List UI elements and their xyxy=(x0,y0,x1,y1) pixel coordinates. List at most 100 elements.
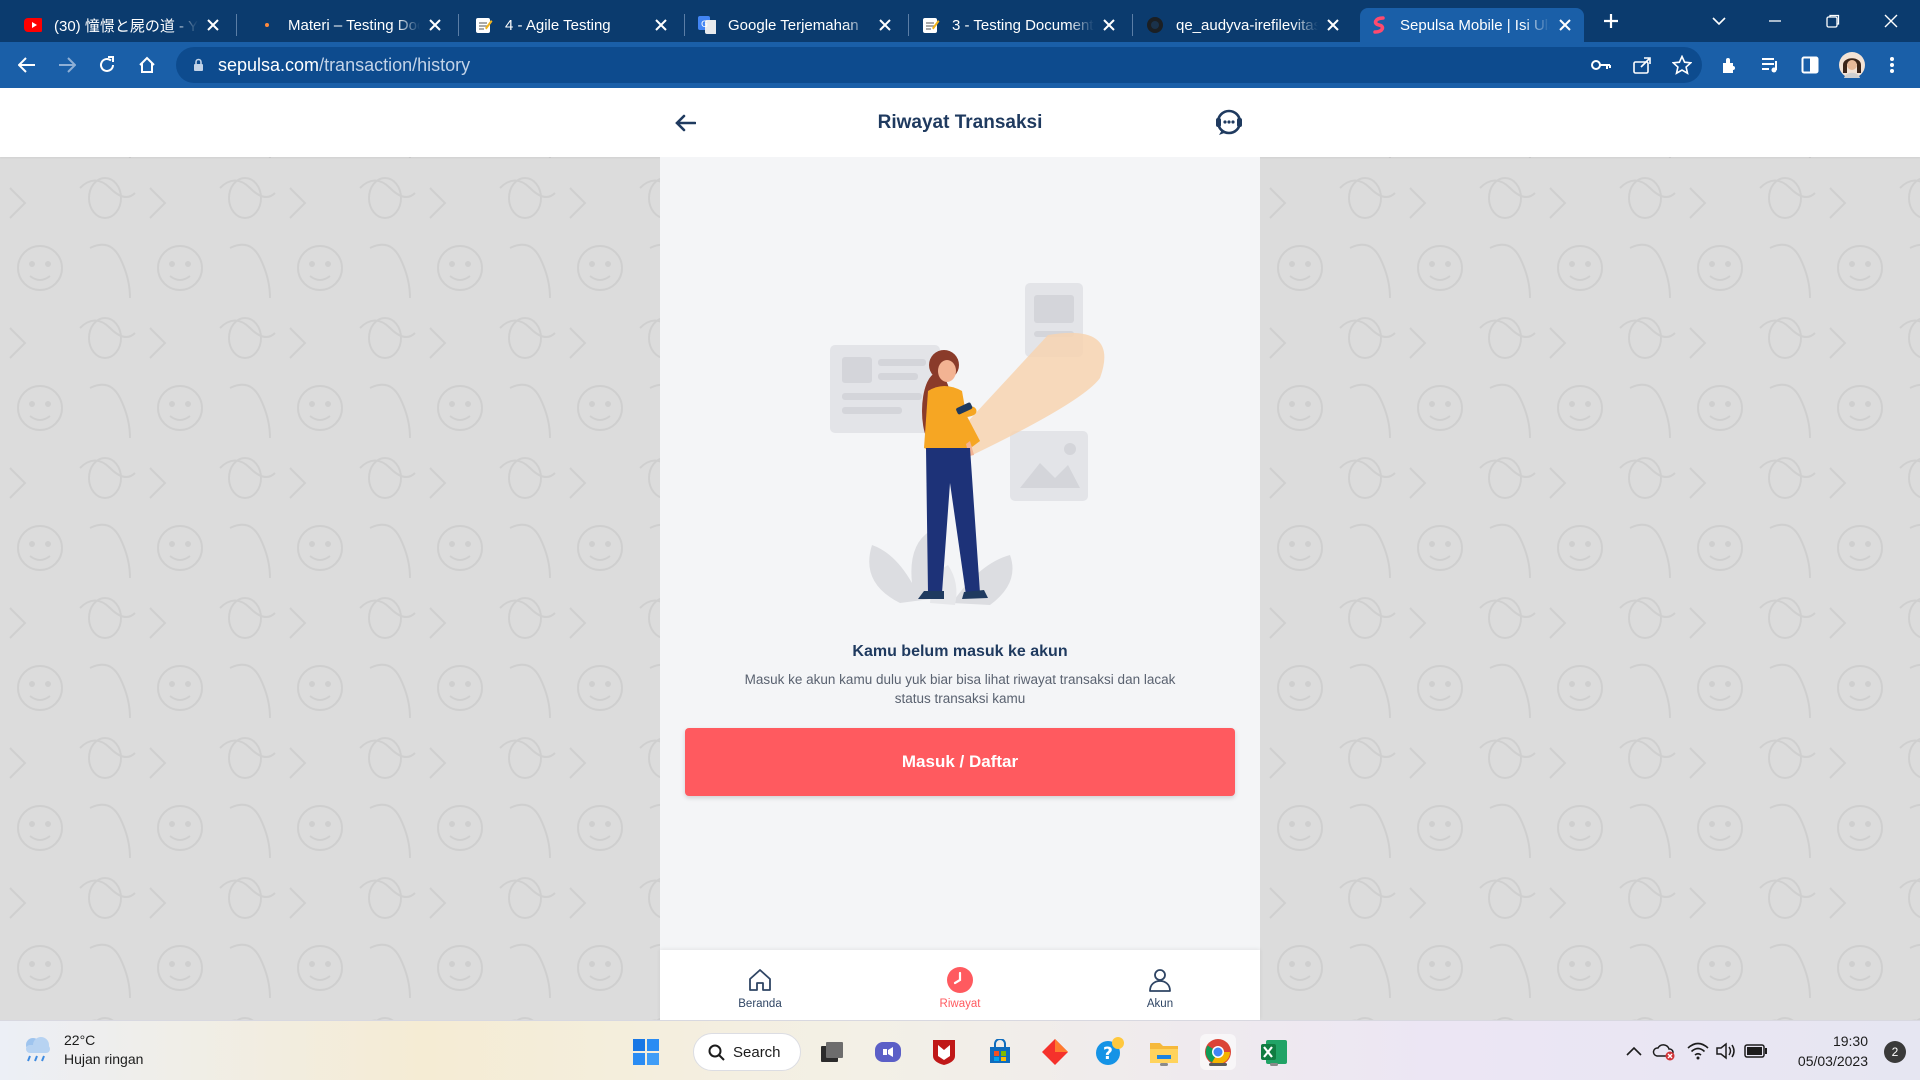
notepad-icon xyxy=(922,16,940,34)
empty-state-description: Masuk ke akun kamu dulu yuk biar bisa li… xyxy=(744,672,1176,706)
url-host: sepulsa.com xyxy=(218,54,320,75)
nav-label: Riwayat xyxy=(939,997,981,1010)
system-clock[interactable]: 19:30 05/03/2023 xyxy=(1798,1031,1868,1071)
svg-text:G: G xyxy=(701,20,708,30)
tab-search-icon[interactable] xyxy=(1704,6,1734,36)
tab-google-translate[interactable]: G Google Terjemahan xyxy=(688,8,904,42)
get-help-icon[interactable]: ? xyxy=(1092,1034,1128,1070)
empty-state-illustration xyxy=(830,283,1105,605)
windows-taskbar: 22°C Hujan ringan Search ? 19:30 05/03/2… xyxy=(0,1020,1920,1080)
app-diamond-icon[interactable] xyxy=(1037,1034,1073,1070)
close-tab-icon[interactable] xyxy=(1556,16,1574,34)
close-tab-icon[interactable] xyxy=(1324,16,1342,34)
clock-date: 05/03/2023 xyxy=(1797,1053,1868,1069)
login-register-button[interactable]: Masuk / Daftar xyxy=(685,728,1235,796)
tab-github[interactable]: qe_audyva-irefilevitasari xyxy=(1136,8,1352,42)
file-explorer-icon[interactable] xyxy=(1146,1034,1182,1070)
home-icon xyxy=(745,965,775,995)
extensions-icon[interactable] xyxy=(1714,49,1746,81)
dot-icon xyxy=(258,16,276,34)
restore-icon[interactable] xyxy=(1818,6,1848,36)
reload-icon[interactable] xyxy=(91,49,123,81)
close-tab-icon[interactable] xyxy=(1100,16,1118,34)
tab-strip: (30) 憧憬と屍の道 - YouTube Materi – Testing D… xyxy=(0,0,1920,42)
close-tab-icon[interactable] xyxy=(426,16,444,34)
windows-start-icon[interactable] xyxy=(628,1034,664,1070)
chat-support-icon[interactable] xyxy=(1212,106,1246,140)
notification-badge[interactable]: 2 xyxy=(1884,1041,1906,1063)
tab-title: Sepulsa Mobile | Isi Ulang xyxy=(1400,16,1550,34)
home-icon[interactable] xyxy=(131,49,163,81)
search-icon xyxy=(708,1044,725,1061)
url-path: /transaction/history xyxy=(319,54,471,75)
app-header: Riwayat Transaksi xyxy=(0,88,1920,157)
chrome-icon[interactable] xyxy=(1200,1034,1236,1070)
web-page: Riwayat Transaksi Kamu belum masuk ke ak… xyxy=(0,88,1920,1020)
close-tab-icon[interactable] xyxy=(204,16,222,34)
sepulsa-icon xyxy=(1370,16,1388,34)
nav-label: Beranda xyxy=(738,997,782,1010)
tab-title: 3 - Testing Documentation xyxy=(952,16,1094,34)
tab-title: 4 - Agile Testing xyxy=(505,16,611,34)
bottom-navigation: Beranda Riwayat Akun xyxy=(660,950,1260,1020)
close-window-icon[interactable] xyxy=(1876,6,1906,36)
nav-item-riwayat[interactable]: Riwayat xyxy=(860,950,1060,1020)
weather-widget[interactable]: 22°C Hujan ringan xyxy=(20,1031,143,1069)
github-icon xyxy=(1146,16,1164,34)
chevron-up-icon[interactable] xyxy=(1622,1039,1646,1063)
taskbar-search[interactable]: Search xyxy=(693,1033,801,1071)
bookmark-star-icon[interactable] xyxy=(1666,49,1698,81)
tab-title: Google Terjemahan xyxy=(728,16,859,34)
clock-history-icon xyxy=(945,965,975,995)
cloud-rain-icon xyxy=(20,1033,54,1068)
user-icon xyxy=(1145,965,1175,995)
close-tab-icon[interactable] xyxy=(876,16,894,34)
new-tab-icon[interactable] xyxy=(1596,6,1626,36)
weather-temperature: 22°C xyxy=(64,1032,96,1048)
google-translate-icon: G xyxy=(698,16,716,34)
empty-state-title: Kamu belum masuk ke akun xyxy=(852,643,1068,660)
search-label: Search xyxy=(733,1043,781,1061)
lock-icon[interactable] xyxy=(190,58,206,72)
side-panel-icon[interactable] xyxy=(1794,49,1826,81)
minimize-icon[interactable] xyxy=(1760,6,1790,36)
tab-sepulsa[interactable]: Sepulsa Mobile | Isi Ulang xyxy=(1360,8,1584,42)
notepad-icon xyxy=(475,16,493,34)
volume-icon[interactable] xyxy=(1714,1039,1738,1063)
svg-text:?: ? xyxy=(1103,1044,1113,1064)
close-tab-icon[interactable] xyxy=(652,16,670,34)
nav-label: Akun xyxy=(1146,997,1174,1010)
transaction-history-panel: Kamu belum masuk ke akun Masuk ke akun k… xyxy=(660,157,1260,1020)
forward-icon[interactable] xyxy=(51,49,83,81)
nav-item-akun[interactable]: Akun xyxy=(1060,950,1260,1020)
address-bar[interactable]: sepulsa.com/transaction/history xyxy=(176,47,1702,83)
url-text[interactable]: sepulsa.com/transaction/history xyxy=(218,55,470,76)
page-title: Riwayat Transaksi xyxy=(877,112,1043,133)
tab-testing-documentation[interactable]: 3 - Testing Documentation xyxy=(912,8,1128,42)
wifi-icon[interactable] xyxy=(1686,1039,1710,1063)
mcafee-icon[interactable] xyxy=(926,1034,962,1070)
task-view-icon[interactable] xyxy=(814,1034,850,1070)
tab-title: qe_audyva-irefilevitasari xyxy=(1176,16,1318,34)
microsoft-store-icon[interactable] xyxy=(982,1034,1018,1070)
youtube-icon xyxy=(24,16,42,34)
browser-toolbar: sepulsa.com/transaction/history xyxy=(0,42,1920,88)
onedrive-error-icon[interactable] xyxy=(1652,1039,1676,1063)
back-icon[interactable] xyxy=(11,49,43,81)
tab-youtube[interactable]: (30) 憧憬と屍の道 - YouTube xyxy=(14,8,232,42)
teams-chat-icon[interactable] xyxy=(870,1034,906,1070)
battery-icon[interactable] xyxy=(1744,1039,1768,1063)
excel-icon[interactable] xyxy=(1256,1034,1292,1070)
clock-time: 19:30 xyxy=(1832,1033,1868,1049)
password-key-icon[interactable] xyxy=(1585,49,1617,81)
media-control-icon[interactable] xyxy=(1754,49,1786,81)
nav-item-beranda[interactable]: Beranda xyxy=(660,950,860,1020)
profile-avatar[interactable] xyxy=(1836,49,1868,81)
tab-title: Materi – Testing Documentation xyxy=(288,16,420,34)
weather-description: Hujan ringan xyxy=(64,1051,144,1067)
chrome-menu-icon[interactable] xyxy=(1876,49,1908,81)
tab-title: (30) 憧憬と屍の道 - YouTube xyxy=(54,17,198,35)
share-icon[interactable] xyxy=(1626,49,1658,81)
tab-agile-testing[interactable]: 4 - Agile Testing xyxy=(465,8,680,42)
tab-materi[interactable]: Materi – Testing Documentation xyxy=(248,8,454,42)
